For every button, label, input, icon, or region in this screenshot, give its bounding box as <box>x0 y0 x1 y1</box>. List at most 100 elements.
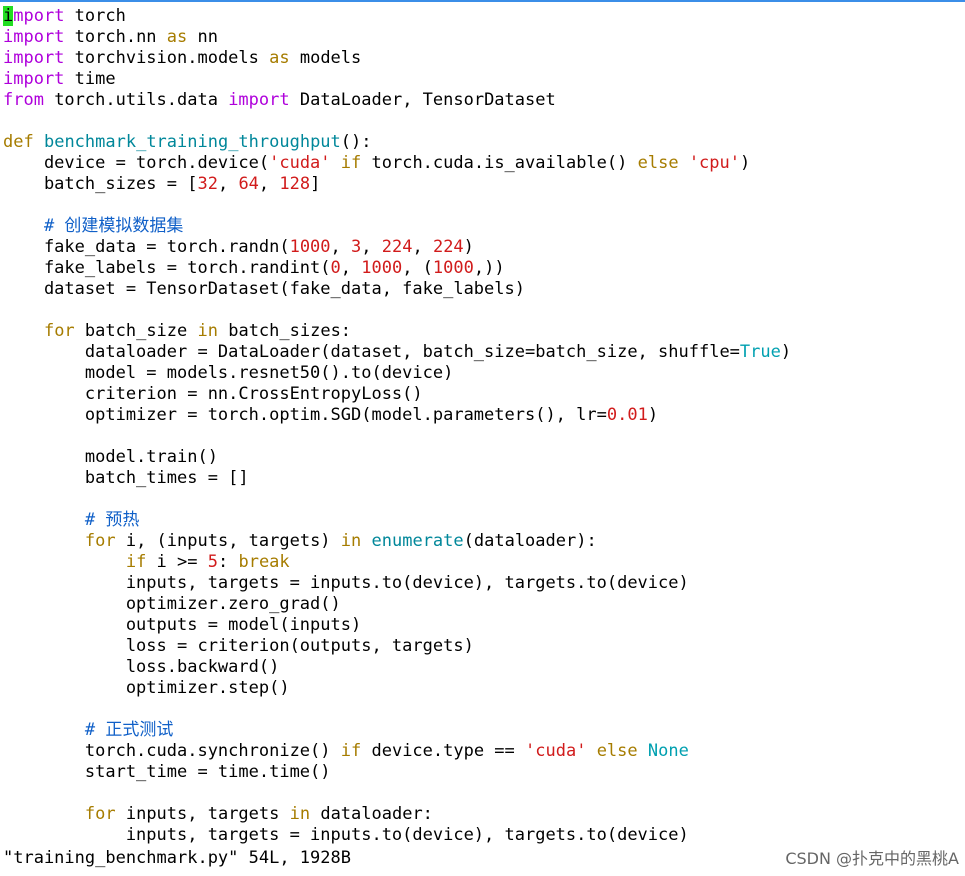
code-token: , <box>258 174 280 194</box>
code-token: loss.backward() <box>3 657 280 677</box>
code-token: 32 <box>197 174 218 194</box>
code-token: as <box>166 27 188 47</box>
code-token: from <box>3 90 44 110</box>
code-token: time <box>64 69 116 89</box>
code-line: def benchmark_training_throughput(): <box>3 132 963 153</box>
code-token: dataloader: <box>310 804 433 824</box>
code-token: ,)) <box>473 258 505 278</box>
code-token: , <box>217 174 239 194</box>
text-cursor: i <box>3 6 14 26</box>
code-token: for <box>43 321 75 341</box>
code-token: in <box>197 321 218 341</box>
code-token: 3 <box>351 237 362 257</box>
code-token: optimizer.step() <box>3 678 290 698</box>
code-line: # 创建模拟数据集 <box>3 216 963 237</box>
code-line: from torch.utils.data import DataLoader,… <box>3 90 963 111</box>
code-token: device.type == <box>361 741 526 761</box>
code-token: model.train() <box>3 447 218 467</box>
code-token: None <box>647 741 689 761</box>
code-token: : <box>217 552 239 572</box>
code-token: dataset = TensorDataset(fake_data, fake_… <box>3 279 525 299</box>
code-token: in <box>289 804 311 824</box>
code-token: import <box>3 27 65 47</box>
code-token: as <box>269 48 290 68</box>
code-token: models <box>289 48 362 68</box>
code-line: import torch <box>3 6 963 27</box>
code-token: 224 <box>432 237 464 257</box>
code-token: loss = criterion(outputs, targets) <box>3 636 474 656</box>
code-line: torch.cuda.synchronize() if device.type … <box>3 741 963 762</box>
code-editor[interactable]: import torch import torch.nn as nn import … <box>3 6 963 846</box>
code-line: import torch.nn as nn <box>3 27 963 48</box>
code-token: , <box>340 258 362 278</box>
code-token: device = torch.device( <box>3 153 270 173</box>
code-token: 1000 <box>289 237 331 257</box>
code-token: nn <box>187 27 218 47</box>
status-bar: "training_benchmark.py" 54L, 1928B <box>3 848 351 868</box>
code-token: torch.cuda.synchronize() <box>3 741 341 761</box>
code-token: batch_sizes = [ <box>3 174 198 194</box>
code-token: criterion = nn.CrossEntropyLoss() <box>3 384 423 404</box>
code-token: 5 <box>207 552 218 572</box>
code-line: optimizer = torch.optim.SGD(model.parame… <box>3 405 963 426</box>
code-token: mport <box>13 6 65 26</box>
code-line: import torchvision.models as models <box>3 48 963 69</box>
code-token: in <box>340 531 362 551</box>
code-token: 'cpu' <box>688 153 740 173</box>
code-token: # 预热 <box>3 510 140 530</box>
code-token: batch_size <box>74 321 198 341</box>
code-token: , <box>330 237 352 257</box>
code-token: 1000 <box>432 258 474 278</box>
code-token: inputs, targets = inputs.to(device), tar… <box>3 573 689 593</box>
code-line: if i >= 5: break <box>3 552 963 573</box>
code-token: True <box>739 342 781 362</box>
code-token: , <box>412 237 433 257</box>
code-token: def <box>3 132 34 152</box>
code-token: for <box>84 804 116 824</box>
code-token: ) <box>740 153 751 173</box>
code-token: 128 <box>279 174 311 194</box>
code-line: for i, (inputs, targets) in enumerate(da… <box>3 531 963 552</box>
code-line: inputs, targets = inputs.to(device), tar… <box>3 573 963 594</box>
code-token: import <box>228 90 290 110</box>
code-token: torch <box>64 6 126 26</box>
code-token: if <box>340 153 362 173</box>
code-token: DataLoader, TensorDataset <box>289 90 556 110</box>
watermark-text: CSDN @扑克中的黑桃A <box>785 849 959 868</box>
code-line: device = torch.device('cuda' if torch.cu… <box>3 153 963 174</box>
code-token: outputs = model(inputs) <box>3 615 362 635</box>
code-token: batch_sizes: <box>217 321 352 341</box>
code-line: start_time = time.time() <box>3 762 963 783</box>
code-line: dataloader = DataLoader(dataset, batch_s… <box>3 342 963 363</box>
code-line: criterion = nn.CrossEntropyLoss() <box>3 384 963 405</box>
code-token: break <box>238 552 290 572</box>
code-token: if <box>340 741 362 761</box>
code-token: 224 <box>381 237 413 257</box>
code-token: 64 <box>238 174 259 194</box>
code-line: # 预热 <box>3 510 963 531</box>
code-line: optimizer.zero_grad() <box>3 594 963 615</box>
code-token: 1000 <box>361 258 403 278</box>
code-token: ) <box>647 405 659 425</box>
code-token: (): <box>340 132 372 152</box>
code-token: i, (inputs, targets) <box>115 531 341 551</box>
code-token: inputs, targets <box>115 804 290 824</box>
code-token: torch.nn <box>64 27 167 47</box>
code-token: , ( <box>402 258 433 278</box>
code-token: torch.utils.data <box>43 90 229 110</box>
code-token: fake_data = torch.randn( <box>3 237 290 257</box>
code-line: model = models.resnet50().to(device) <box>3 363 963 384</box>
code-token: dataloader = DataLoader(dataset, batch_s… <box>3 342 740 362</box>
